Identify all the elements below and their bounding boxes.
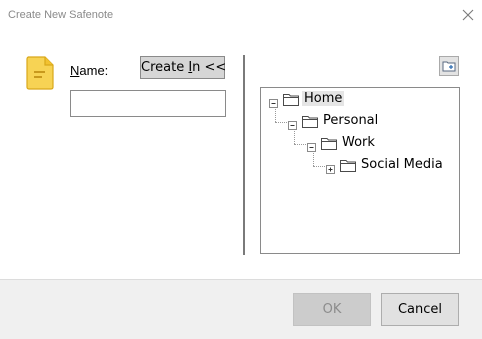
note-icon <box>25 56 55 90</box>
cancel-button[interactable]: Cancel <box>381 293 459 326</box>
create-in-suffix: n << <box>192 60 227 75</box>
name-label: Name: <box>70 63 108 78</box>
new-folder-icon <box>440 59 458 73</box>
folder-icon <box>340 159 356 177</box>
title-bar: Create New Safenote <box>0 0 482 30</box>
folder-icon <box>321 137 337 155</box>
tree-connector <box>294 144 306 145</box>
expand-toggle-icon[interactable] <box>326 162 336 180</box>
tree-item-home[interactable]: Home <box>302 91 345 106</box>
name-input[interactable] <box>70 90 226 117</box>
tree-item-personal[interactable]: Personal <box>323 113 378 128</box>
collapse-toggle-icon[interactable] <box>288 118 298 136</box>
tree-connector <box>275 122 287 123</box>
collapse-toggle-icon[interactable] <box>307 140 317 158</box>
create-in-button[interactable]: Create In << <box>140 56 227 79</box>
name-label-accelerator: N <box>70 63 80 78</box>
new-folder-button[interactable] <box>439 56 459 76</box>
tree-item-social-media[interactable]: Social Media <box>361 157 443 172</box>
name-label-text: ame: <box>79 63 109 78</box>
panel-divider[interactable] <box>243 55 245 255</box>
collapse-toggle-icon[interactable] <box>269 96 279 114</box>
folder-tree[interactable]: Home Personal Work Social Media <box>260 87 460 254</box>
tree-connector <box>313 166 325 167</box>
window-title: Create New Safenote <box>8 9 114 21</box>
close-icon[interactable] <box>461 8 475 22</box>
folder-icon <box>283 93 299 111</box>
folder-icon <box>302 115 318 133</box>
create-in-prefix: Create <box>141 60 189 75</box>
tree-item-work[interactable]: Work <box>342 135 375 150</box>
ok-button[interactable]: OK <box>293 293 371 326</box>
